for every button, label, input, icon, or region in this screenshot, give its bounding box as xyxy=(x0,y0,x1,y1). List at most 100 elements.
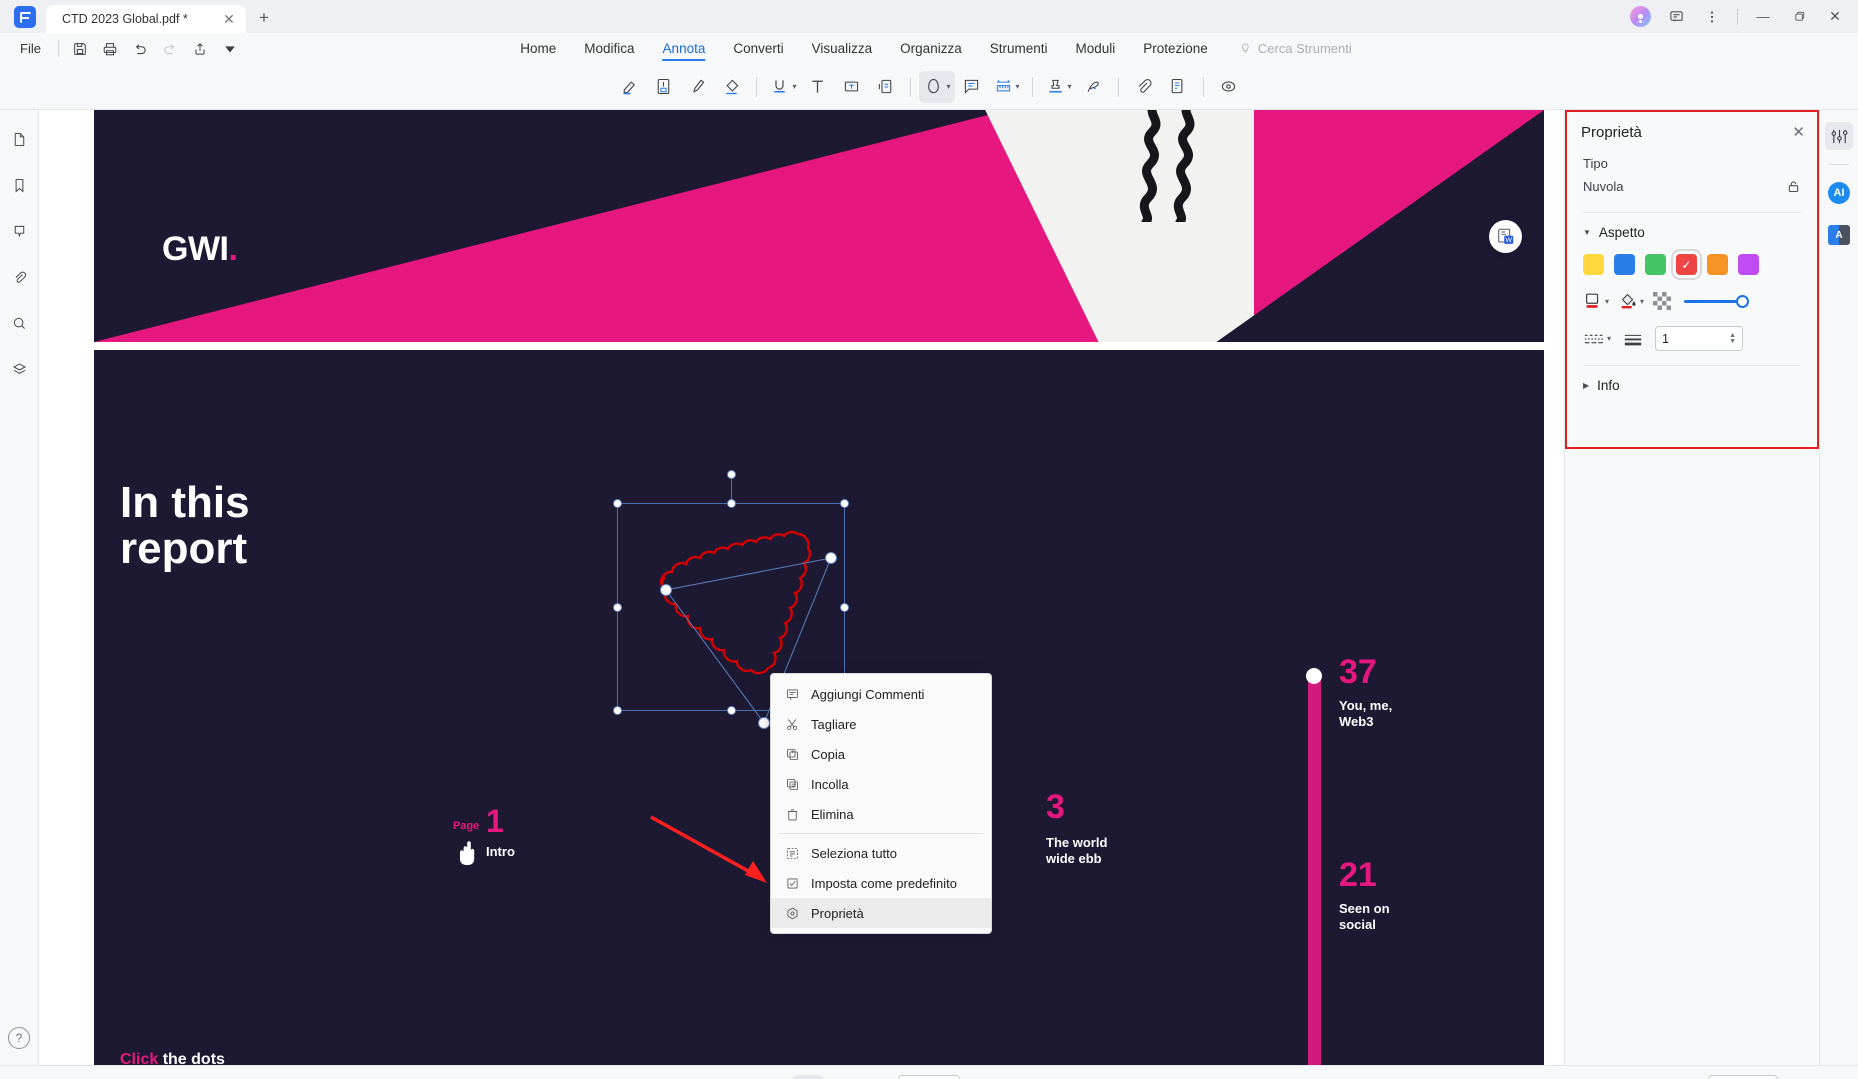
pencil-tool[interactable] xyxy=(680,71,714,103)
chevron-down-icon[interactable]: ▾ xyxy=(1016,82,1020,91)
new-tab-button[interactable]: + xyxy=(250,4,278,32)
menu-moduli[interactable]: Moduli xyxy=(1061,36,1129,61)
menu-visualizza[interactable]: Visualizza xyxy=(798,36,887,61)
info-section-header[interactable]: ▶ Info xyxy=(1583,378,1801,393)
save-icon[interactable] xyxy=(66,37,94,61)
menu-home[interactable]: Home xyxy=(506,36,570,61)
document-tab[interactable]: CTD 2023 Global.pdf * ✕ xyxy=(46,5,246,33)
ctx-seleziona-tutto[interactable]: Seleziona tutto xyxy=(771,838,991,868)
line-thickness-icon[interactable] xyxy=(1623,331,1643,347)
dash-style-picker[interactable]: ▾ xyxy=(1583,330,1611,348)
ctx-incolla[interactable]: Incolla xyxy=(771,769,991,799)
line-width-input[interactable]: 1 ▲ ▼ xyxy=(1655,326,1744,351)
share-icon[interactable] xyxy=(186,37,214,61)
customize-toolbar-icon[interactable] xyxy=(216,37,244,61)
single-page-icon[interactable] xyxy=(1035,1075,1065,1079)
swatch-green[interactable] xyxy=(1645,254,1666,275)
page-thumbnails-icon[interactable] xyxy=(6,126,32,152)
bookmarks-icon[interactable] xyxy=(6,172,32,198)
comments-icon[interactable] xyxy=(6,218,32,244)
attachments-icon[interactable] xyxy=(6,264,32,290)
translate-icon[interactable]: A xyxy=(1825,221,1853,249)
chevron-down-icon[interactable]: ▾ xyxy=(792,82,796,91)
maximize-button[interactable] xyxy=(1782,2,1816,32)
lock-icon[interactable] xyxy=(1786,179,1801,194)
close-icon[interactable]: ✕ xyxy=(1792,123,1805,141)
swatch-blue[interactable] xyxy=(1614,254,1635,275)
callout-tool[interactable] xyxy=(868,71,902,103)
export-to-word-icon[interactable]: W xyxy=(1489,220,1522,253)
hand-tool-icon[interactable] xyxy=(760,1075,790,1079)
stamp-tool[interactable]: ▾ xyxy=(1041,71,1076,103)
menu-converti[interactable]: Converti xyxy=(719,36,797,61)
chevron-down-icon[interactable]: ▾ xyxy=(946,82,950,91)
feedback-icon[interactable] xyxy=(1659,2,1693,32)
chevron-down-icon[interactable]: ▾ xyxy=(1605,297,1609,306)
spinner-arrows[interactable]: ▲ ▼ xyxy=(1729,332,1736,345)
ctx-imposta-predefinito[interactable]: Imposta come predefinito xyxy=(771,868,991,898)
menu-modifica[interactable]: Modifica xyxy=(570,36,648,61)
menu-annota[interactable]: Annota xyxy=(649,36,720,61)
zoom-in-button[interactable] xyxy=(1670,1075,1700,1079)
pdf-viewer[interactable]: GWI. W In this report Click the dots Pag… xyxy=(39,110,1564,1065)
ctx-elimina[interactable]: Elimina xyxy=(771,799,991,829)
swatch-purple[interactable] xyxy=(1738,254,1759,275)
attachment-tool[interactable] xyxy=(1127,71,1161,103)
fill-color-picker[interactable]: ▾ xyxy=(1618,291,1644,311)
text-tool[interactable] xyxy=(800,71,834,103)
search-icon[interactable] xyxy=(6,310,32,336)
fullscreen-icon[interactable] xyxy=(1782,1075,1812,1079)
view-mode-icon[interactable]: ▾ xyxy=(1452,1075,1488,1079)
help-icon[interactable]: ? xyxy=(8,1027,30,1049)
menu-organizza[interactable]: Organizza xyxy=(886,36,976,61)
zoom-out-button[interactable] xyxy=(1492,1075,1522,1079)
menu-protezione[interactable]: Protezione xyxy=(1129,36,1222,61)
opacity-slider[interactable] xyxy=(1684,294,1750,308)
last-page-button[interactable] xyxy=(1002,1075,1032,1079)
print-icon[interactable] xyxy=(96,37,124,61)
appearance-section-header[interactable]: ▼ Aspetto xyxy=(1583,225,1801,240)
text-box-tool[interactable] xyxy=(834,71,868,103)
select-tool-icon[interactable] xyxy=(793,1074,823,1079)
chevron-down-icon[interactable]: ▾ xyxy=(1640,297,1644,306)
shape-cloud-tool[interactable]: ▾ xyxy=(919,70,955,103)
properties-panel-icon[interactable] xyxy=(1825,122,1853,150)
swatch-yellow[interactable] xyxy=(1583,254,1604,275)
undo-icon[interactable] xyxy=(126,37,154,61)
chevron-down-circle-icon[interactable] xyxy=(1816,1075,1846,1079)
page-layout-icon[interactable]: ▾ xyxy=(1412,1075,1448,1079)
ctx-aggiungi-commenti[interactable]: Aggiungi Commenti xyxy=(771,679,991,709)
opacity-slider-knob[interactable] xyxy=(1736,294,1750,308)
swatch-red-selected[interactable]: ✓ xyxy=(1671,249,1702,280)
context-menu[interactable]: Aggiungi Commenti Tagliare Copia Incolla… xyxy=(770,673,992,934)
more-options-icon[interactable] xyxy=(1695,2,1729,32)
file-menu-button[interactable]: File xyxy=(10,38,51,59)
ctx-tagliare[interactable]: Tagliare xyxy=(771,709,991,739)
highlight-tool[interactable] xyxy=(612,71,646,103)
transparency-icon[interactable] xyxy=(1653,292,1672,310)
close-window-button[interactable]: ✕ xyxy=(1818,2,1852,32)
close-tab-icon[interactable]: ✕ xyxy=(220,10,238,28)
measure-tool[interactable]: ▾ xyxy=(989,71,1024,103)
border-color-picker[interactable]: ▾ xyxy=(1583,291,1609,311)
view-annotations-tool[interactable] xyxy=(1212,71,1246,103)
swatch-orange[interactable] xyxy=(1707,254,1728,275)
area-highlight-tool[interactable] xyxy=(646,71,680,103)
ai-assistant-icon[interactable]: AI xyxy=(1825,179,1853,207)
ctx-proprieta[interactable]: Proprietà xyxy=(771,898,991,928)
signature-tool[interactable] xyxy=(1076,71,1110,103)
account-avatar[interactable] xyxy=(1623,2,1657,32)
search-tools-field[interactable]: Cerca Strumenti xyxy=(1238,41,1352,56)
layers-icon[interactable] xyxy=(6,356,32,382)
page-number-input[interactable]: 1 /57 xyxy=(898,1075,960,1079)
chevron-down-icon[interactable]: ▾ xyxy=(1607,334,1611,343)
timeline-dot-37[interactable] xyxy=(1306,668,1322,684)
next-page-button[interactable] xyxy=(969,1075,999,1079)
ctx-copia[interactable]: Copia xyxy=(771,739,991,769)
eraser-tool[interactable] xyxy=(714,71,748,103)
minimize-button[interactable]: — xyxy=(1746,2,1780,32)
chevron-down-icon[interactable]: ▾ xyxy=(1068,82,1072,91)
note-tool[interactable] xyxy=(955,71,989,103)
menu-strumenti[interactable]: Strumenti xyxy=(976,36,1062,61)
underline-tool[interactable]: ▾ xyxy=(765,71,800,103)
